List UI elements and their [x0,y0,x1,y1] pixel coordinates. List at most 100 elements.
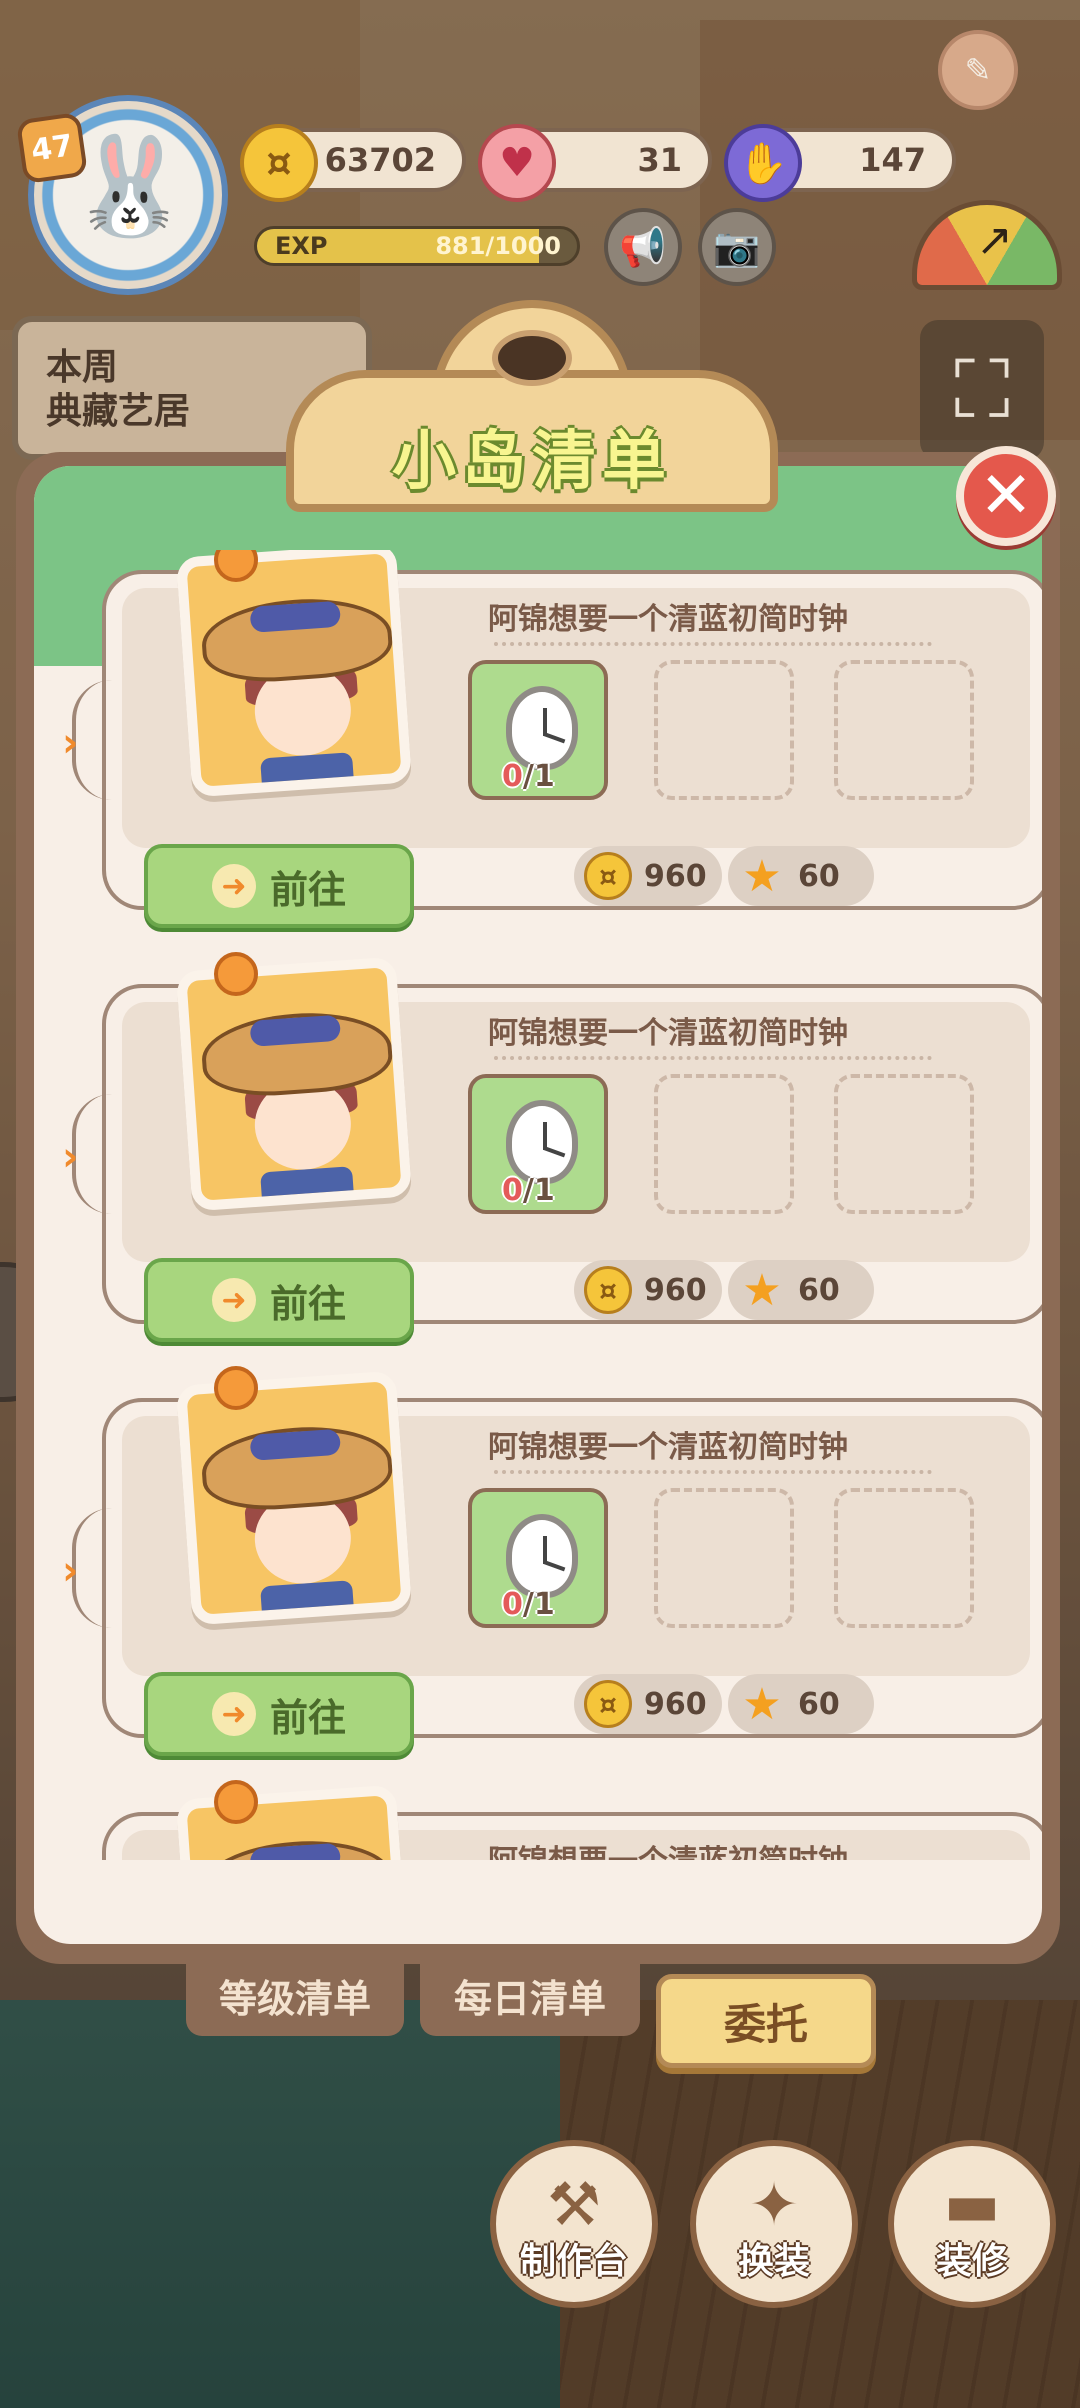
divider [494,1056,932,1060]
task-entry: › 阿锦想要一个清蓝初简时钟 0/1 ➜ 前往 ¤ 960 ★ 60 [62,1366,1042,1756]
empty-item-slot [834,1488,974,1628]
task-entry: 阿锦想要一个清蓝初简时钟 [102,1780,1042,1860]
glove-icon: ✋ [724,124,802,202]
rabbit-avatar-icon: 🐰 [70,130,190,242]
coin-reward-amount: 960 [644,1686,707,1722]
card-hook [72,1508,132,1628]
edit-button[interactable]: ✎ [938,30,1018,110]
task-entry: › 阿锦想要一个清蓝初简时钟 0/1 ➜ 前往 ¤ 960 ★ 60 [62,550,1042,928]
close-button[interactable]: ✕ [956,446,1056,546]
required-item-slot[interactable]: 0/1 [468,660,608,800]
item-progress: 0/1 [502,759,555,794]
card-hook [72,680,132,800]
heart-amount: 31 [637,141,682,179]
pin-icon [214,952,258,996]
go-button[interactable]: ➜ 前往 [144,1258,414,1342]
required-item-slot[interactable]: 0/1 [468,1488,608,1628]
task-description: 阿锦想要一个清蓝初简时钟 [488,1016,848,1051]
weekly-line-2: 典藏艺居 [46,391,191,432]
dress-up-label: 换装 [737,2241,810,2282]
craft-table-button[interactable]: ⚒ 制作台 [490,2140,658,2308]
decorate-button[interactable]: ▬ 装修 [888,2140,1056,2308]
arrow-right-icon: ➜ [211,1278,256,1322]
camera-button[interactable]: 📷 [698,208,776,286]
item-progress: 0/1 [502,1587,555,1622]
coin-reward: ¤ 960 [574,846,722,906]
pin-icon [214,1780,258,1824]
clock-icon [506,686,578,770]
level-badge: 47 [15,111,89,185]
npc-portrait [175,1370,413,1626]
star-reward-amount: 60 [798,1686,840,1722]
exp-value: 881/1000 [435,232,561,260]
megaphone-icon: 📢 [619,224,667,269]
hook-arrow-icon: › [62,1548,79,1594]
npc-portrait [175,550,413,798]
go-button-label: 前往 [269,1695,346,1740]
decorate-label: 装修 [935,2241,1008,2282]
task-list[interactable]: › 阿锦想要一个清蓝初简时钟 0/1 ➜ 前往 ¤ 960 ★ 60 › 阿锦想… [34,550,1042,1860]
task-entry: › 阿锦想要一个清蓝初简时钟 0/1 ➜ 前往 ¤ 960 ★ 60 [62,952,1042,1342]
modal-title-tab: 小岛清单 [286,300,778,512]
coin-reward: ¤ 960 [574,1260,722,1320]
item-progress: 0/1 [502,1173,555,1208]
camera-icon: 📷 [713,224,761,269]
arrow-right-icon: ➜ [211,864,256,908]
empty-item-slot [654,1074,794,1214]
card-hook [72,1094,132,1214]
star-reward: ★ 60 [728,1260,874,1320]
tab-entrust[interactable]: 委托 [656,1974,876,2068]
tab-daily-list[interactable]: 每日清单 [420,1954,640,2036]
coin-icon: ¤ [584,852,632,900]
energy-counter[interactable]: ✋ 147 [724,124,956,202]
npc-portrait [175,956,413,1212]
npc-portrait [175,1784,413,1860]
go-button[interactable]: ➜ 前往 [144,1672,414,1756]
energy-amount: 147 [859,141,926,179]
task-description: 阿锦想要一个清蓝初简时钟 [488,1430,848,1465]
hanger-hole [492,330,572,386]
clock-icon [506,1100,578,1184]
paint-roller-icon: ▬ [943,2170,1001,2240]
hook-arrow-icon: › [62,1134,79,1180]
tab-level-list[interactable]: 等级清单 [186,1954,404,2036]
go-button-label: 前往 [269,867,346,912]
close-icon: ✕ [979,459,1033,533]
star-reward-amount: 60 [798,858,840,894]
required-item-slot[interactable]: 0/1 [468,1074,608,1214]
island-list-modal: › 阿锦想要一个清蓝初简时钟 0/1 ➜ 前往 ¤ 960 ★ 60 › 阿锦想… [16,452,1060,1964]
dress-up-button[interactable]: ✦ 换装 [690,2140,858,2308]
star-reward: ★ 60 [728,1674,874,1734]
exp-label: EXP [275,232,328,260]
heart-counter[interactable]: ♥ 31 [478,124,712,202]
fullscreen-icon[interactable]: ⛶ [920,320,1044,460]
sound-button[interactable]: 📢 [604,208,682,286]
divider [494,642,932,646]
exp-bar: EXP 881/1000 [254,226,580,266]
pencil-icon: ✎ [964,51,992,89]
coin-reward-amount: 960 [644,1272,707,1308]
go-button-label: 前往 [269,1281,346,1326]
coin-amount: 63702 [324,141,436,179]
coin-counter[interactable]: ¤ 63702 [240,124,466,202]
go-button[interactable]: ➜ 前往 [144,844,414,928]
star-reward-amount: 60 [798,1272,840,1308]
coin-icon: ¤ [584,1680,632,1728]
empty-item-slot [834,660,974,800]
coin-reward-amount: 960 [644,858,707,894]
star-icon: ★ [742,850,782,902]
weekly-line-1: 本周 [46,347,119,388]
workbench-icon: ⚒ [547,2170,601,2240]
coin-icon: ¤ [584,1266,632,1314]
task-description: 阿锦想要一个清蓝初简时钟 [488,1836,848,1860]
empty-item-slot [834,1074,974,1214]
star-icon: ★ [742,1678,782,1730]
star-icon: ★ [742,1264,782,1316]
empty-item-slot [654,660,794,800]
craft-table-label: 制作台 [519,2241,628,2282]
star-reward: ★ 60 [728,846,874,906]
modal-content: › 阿锦想要一个清蓝初简时钟 0/1 ➜ 前往 ¤ 960 ★ 60 › 阿锦想… [34,466,1042,1944]
task-description: 阿锦想要一个清蓝初简时钟 [488,602,848,637]
pin-icon [214,1366,258,1410]
arrow-right-icon: ➜ [211,1692,256,1736]
